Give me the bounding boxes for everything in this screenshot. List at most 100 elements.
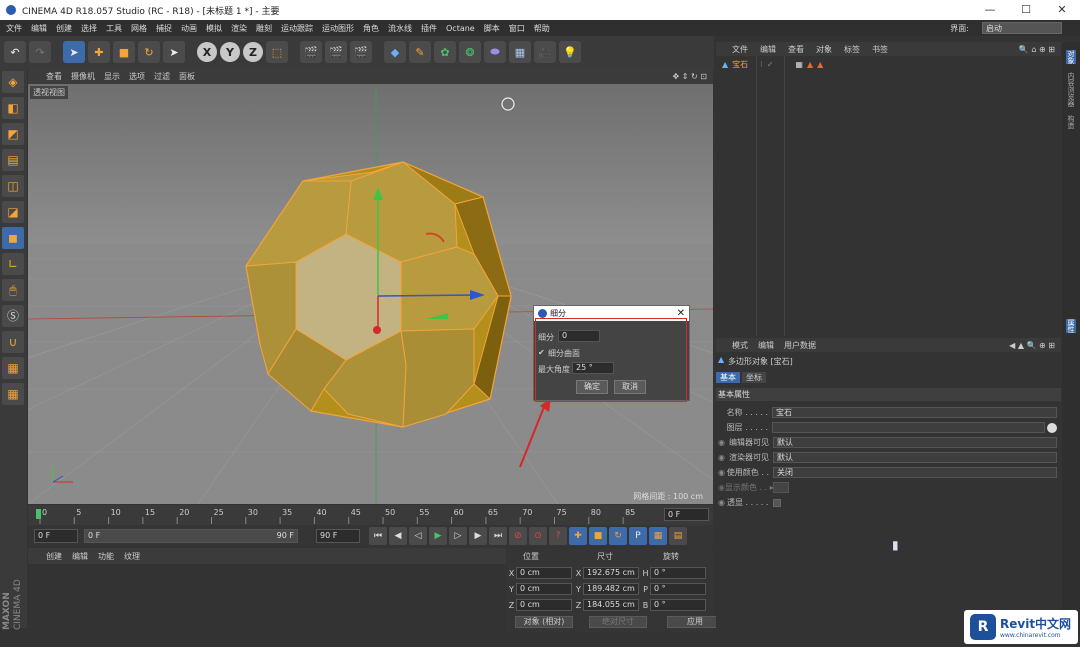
viewport-menu-view[interactable]: 查看: [46, 71, 62, 82]
transparent-radio-icon[interactable]: ◉: [718, 498, 725, 507]
viewport-menu-camera[interactable]: 摄像机: [71, 71, 95, 82]
editor-vis-select[interactable]: 默认: [772, 437, 1057, 448]
side-tab-structure[interactable]: 构造: [1066, 115, 1076, 129]
object-menu-file[interactable]: 文件: [732, 44, 748, 55]
close-button[interactable]: ✕: [1044, 0, 1080, 20]
points-mode-icon[interactable]: ◫: [2, 175, 24, 197]
model-mode-icon[interactable]: ◧: [2, 97, 24, 119]
coordinate-system-icon[interactable]: ⬚: [266, 41, 288, 63]
side-tab-objects[interactable]: 对象: [1066, 50, 1076, 64]
timeline-ruler[interactable]: 051015202530354045505560657075808590: [32, 505, 638, 525]
axis-mode-icon[interactable]: ∟: [2, 253, 24, 275]
menu-mesh[interactable]: 网格: [131, 23, 147, 34]
menu-help[interactable]: 帮助: [534, 23, 550, 34]
texture-tag-icon[interactable]: ▦: [795, 60, 803, 69]
locked-workplane-icon[interactable]: ▦: [2, 357, 24, 379]
camera-icon[interactable]: 🎥: [534, 41, 556, 63]
current-frame-field[interactable]: 0 F: [34, 529, 78, 543]
previous-key-icon[interactable]: ◀: [389, 527, 407, 545]
minimize-button[interactable]: —: [972, 0, 1008, 20]
menu-animate[interactable]: 动画: [181, 23, 197, 34]
use-color-radio-icon[interactable]: ◉: [718, 468, 725, 477]
tweak-mode-icon[interactable]: 🖱: [2, 279, 24, 301]
attr-menu-mode[interactable]: 模式: [732, 340, 748, 351]
size-y-field[interactable]: 189.482 cm: [583, 583, 639, 595]
x-axis-handle[interactable]: [377, 294, 477, 297]
apply-button[interactable]: 应用: [667, 616, 723, 628]
attr-tab-coord[interactable]: 坐标: [742, 372, 766, 383]
position-y-field[interactable]: 0 cm: [516, 583, 572, 595]
rotation-b-field[interactable]: 0 °: [650, 599, 706, 611]
menu-tools[interactable]: 工具: [106, 23, 122, 34]
object-name[interactable]: 宝石: [732, 59, 748, 70]
render-picture-viewer-icon[interactable]: 🎬: [325, 41, 347, 63]
move-icon[interactable]: ✚: [88, 41, 110, 63]
autokey-icon[interactable]: ⊙: [529, 527, 547, 545]
menu-plugins[interactable]: 插件: [421, 23, 437, 34]
menu-simulate[interactable]: 模拟: [206, 23, 222, 34]
magnet-icon[interactable]: ∪: [2, 331, 24, 353]
side-tab-content-browser[interactable]: 内容浏览器: [1066, 72, 1076, 107]
viewport-menu-options[interactable]: 选项: [129, 71, 145, 82]
use-color-select[interactable]: 关闭: [772, 467, 1057, 478]
end-frame-field[interactable]: 90 F: [316, 529, 360, 543]
next-frame-icon[interactable]: ▷: [449, 527, 467, 545]
light-icon[interactable]: 💡: [559, 41, 581, 63]
menu-sculpt[interactable]: 雕刻: [256, 23, 272, 34]
attr-menu-edit[interactable]: 编辑: [758, 340, 774, 351]
key-pla-icon[interactable]: ▦: [649, 527, 667, 545]
object-row[interactable]: ▲ 宝石 ⁝ ✓ ▦ ▲ ▲: [722, 59, 823, 70]
go-to-start-icon[interactable]: ⏮: [369, 527, 387, 545]
phong-tag-icon[interactable]: ▲: [807, 60, 813, 69]
edges-mode-icon[interactable]: ◪: [2, 201, 24, 223]
material-menu-create[interactable]: 创建: [46, 551, 62, 562]
object-menu-edit[interactable]: 编辑: [760, 44, 776, 55]
attr-menu-user-data[interactable]: 用户数据: [784, 340, 816, 351]
coord-mode-select[interactable]: 对象 (相对): [515, 616, 573, 628]
cube-icon[interactable]: ◆: [384, 41, 406, 63]
y-axis-icon[interactable]: Y: [220, 42, 240, 62]
live-select-icon[interactable]: ➤: [163, 41, 185, 63]
menu-render[interactable]: 渲染: [231, 23, 247, 34]
scale-icon[interactable]: ■: [113, 41, 135, 63]
object-menu-object[interactable]: 对象: [816, 44, 832, 55]
material-menu-texture[interactable]: 纹理: [124, 551, 140, 562]
menu-script[interactable]: 脚本: [484, 23, 500, 34]
object-menu-bookmarks[interactable]: 书签: [872, 44, 888, 55]
go-to-end-icon[interactable]: ⏭: [489, 527, 507, 545]
cloner-icon[interactable]: ❂: [459, 41, 481, 63]
rotation-p-field[interactable]: 0 °: [650, 583, 706, 595]
object-menu-view[interactable]: 查看: [788, 44, 804, 55]
subdivision-surface-icon[interactable]: ✿: [434, 41, 456, 63]
timeline[interactable]: 051015202530354045505560657075808590 0 F: [28, 505, 713, 525]
key-rotation-icon[interactable]: ↻: [609, 527, 627, 545]
floor-icon[interactable]: ▦: [509, 41, 531, 63]
render-view-icon[interactable]: 🎬: [300, 41, 322, 63]
texture-mode-icon[interactable]: ◩: [2, 123, 24, 145]
object-manager-tools-icon[interactable]: 🔍 ⌂ ⊕ ⊞: [1019, 45, 1055, 54]
planar-workplane-icon[interactable]: ▦: [2, 383, 24, 405]
polygons-mode-icon[interactable]: ◼: [2, 227, 24, 249]
rotation-h-field[interactable]: 0 °: [650, 567, 706, 579]
make-editable-icon[interactable]: ◈: [2, 71, 24, 93]
z-axis-icon[interactable]: Z: [243, 42, 263, 62]
visibility-dots-icon[interactable]: ⁝: [760, 60, 763, 69]
material-menu-function[interactable]: 功能: [98, 551, 114, 562]
key-scale-icon[interactable]: ■: [589, 527, 607, 545]
layer-picker-icon[interactable]: [1047, 422, 1057, 433]
redo-icon[interactable]: ↷: [29, 41, 51, 63]
menu-mograph[interactable]: 运动图形: [322, 23, 354, 34]
menu-file[interactable]: 文件: [6, 23, 22, 34]
perspective-viewport[interactable]: 透视视图 网格间距 : 100 cm: [28, 84, 713, 504]
maximize-button[interactable]: ☐: [1008, 0, 1044, 20]
menu-character[interactable]: 角色: [363, 23, 379, 34]
record-keys-icon[interactable]: ⊘: [509, 527, 527, 545]
key-parameter-icon[interactable]: P: [629, 527, 647, 545]
workplane-icon[interactable]: ▤: [2, 149, 24, 171]
menu-octane[interactable]: Octane: [446, 24, 475, 33]
render-settings-icon[interactable]: 🎬: [350, 41, 372, 63]
previous-frame-icon[interactable]: ◁: [409, 527, 427, 545]
viewport-nav-icons[interactable]: ✥ ⇕ ↻ ⊡: [673, 72, 707, 81]
material-menu-edit[interactable]: 编辑: [72, 551, 88, 562]
scheme-icon[interactable]: ▤: [669, 527, 687, 545]
